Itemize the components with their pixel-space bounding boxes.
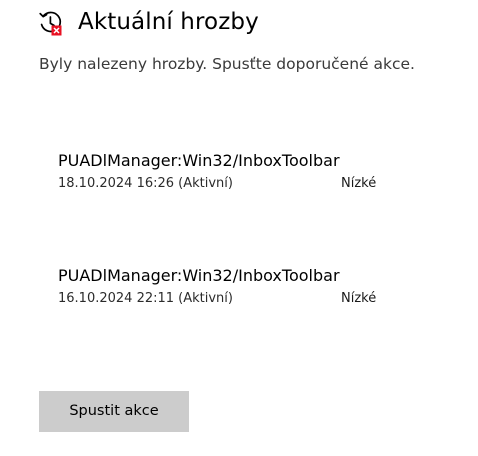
threat-severity: Nízké: [341, 291, 377, 306]
threat-item[interactable]: PUADlManager:Win32/InboxToolbar 18.10.20…: [58, 149, 438, 193]
threat-date: 18.10.2024 16:26 (Aktivní): [58, 176, 233, 191]
threat-item[interactable]: PUADlManager:Win32/InboxToolbar 16.10.20…: [58, 264, 438, 308]
threat-name: PUADlManager:Win32/InboxToolbar: [58, 151, 340, 170]
clock-history-warning-icon: [38, 10, 64, 36]
current-threats-panel: Aktuální hrozby Byly nalezeny hrozby. Sp…: [0, 0, 478, 456]
section-header: Aktuální hrozby: [38, 6, 259, 38]
threat-name: PUADlManager:Win32/InboxToolbar: [58, 266, 340, 285]
threat-date: 16.10.2024 22:11 (Aktivní): [58, 291, 233, 306]
page-title: Aktuální hrozby: [78, 9, 259, 35]
start-actions-button[interactable]: Spustit akce: [39, 391, 189, 432]
threat-severity: Nízké: [341, 176, 377, 191]
status-description: Byly nalezeny hrozby. Spusťte doporučené…: [39, 55, 415, 73]
